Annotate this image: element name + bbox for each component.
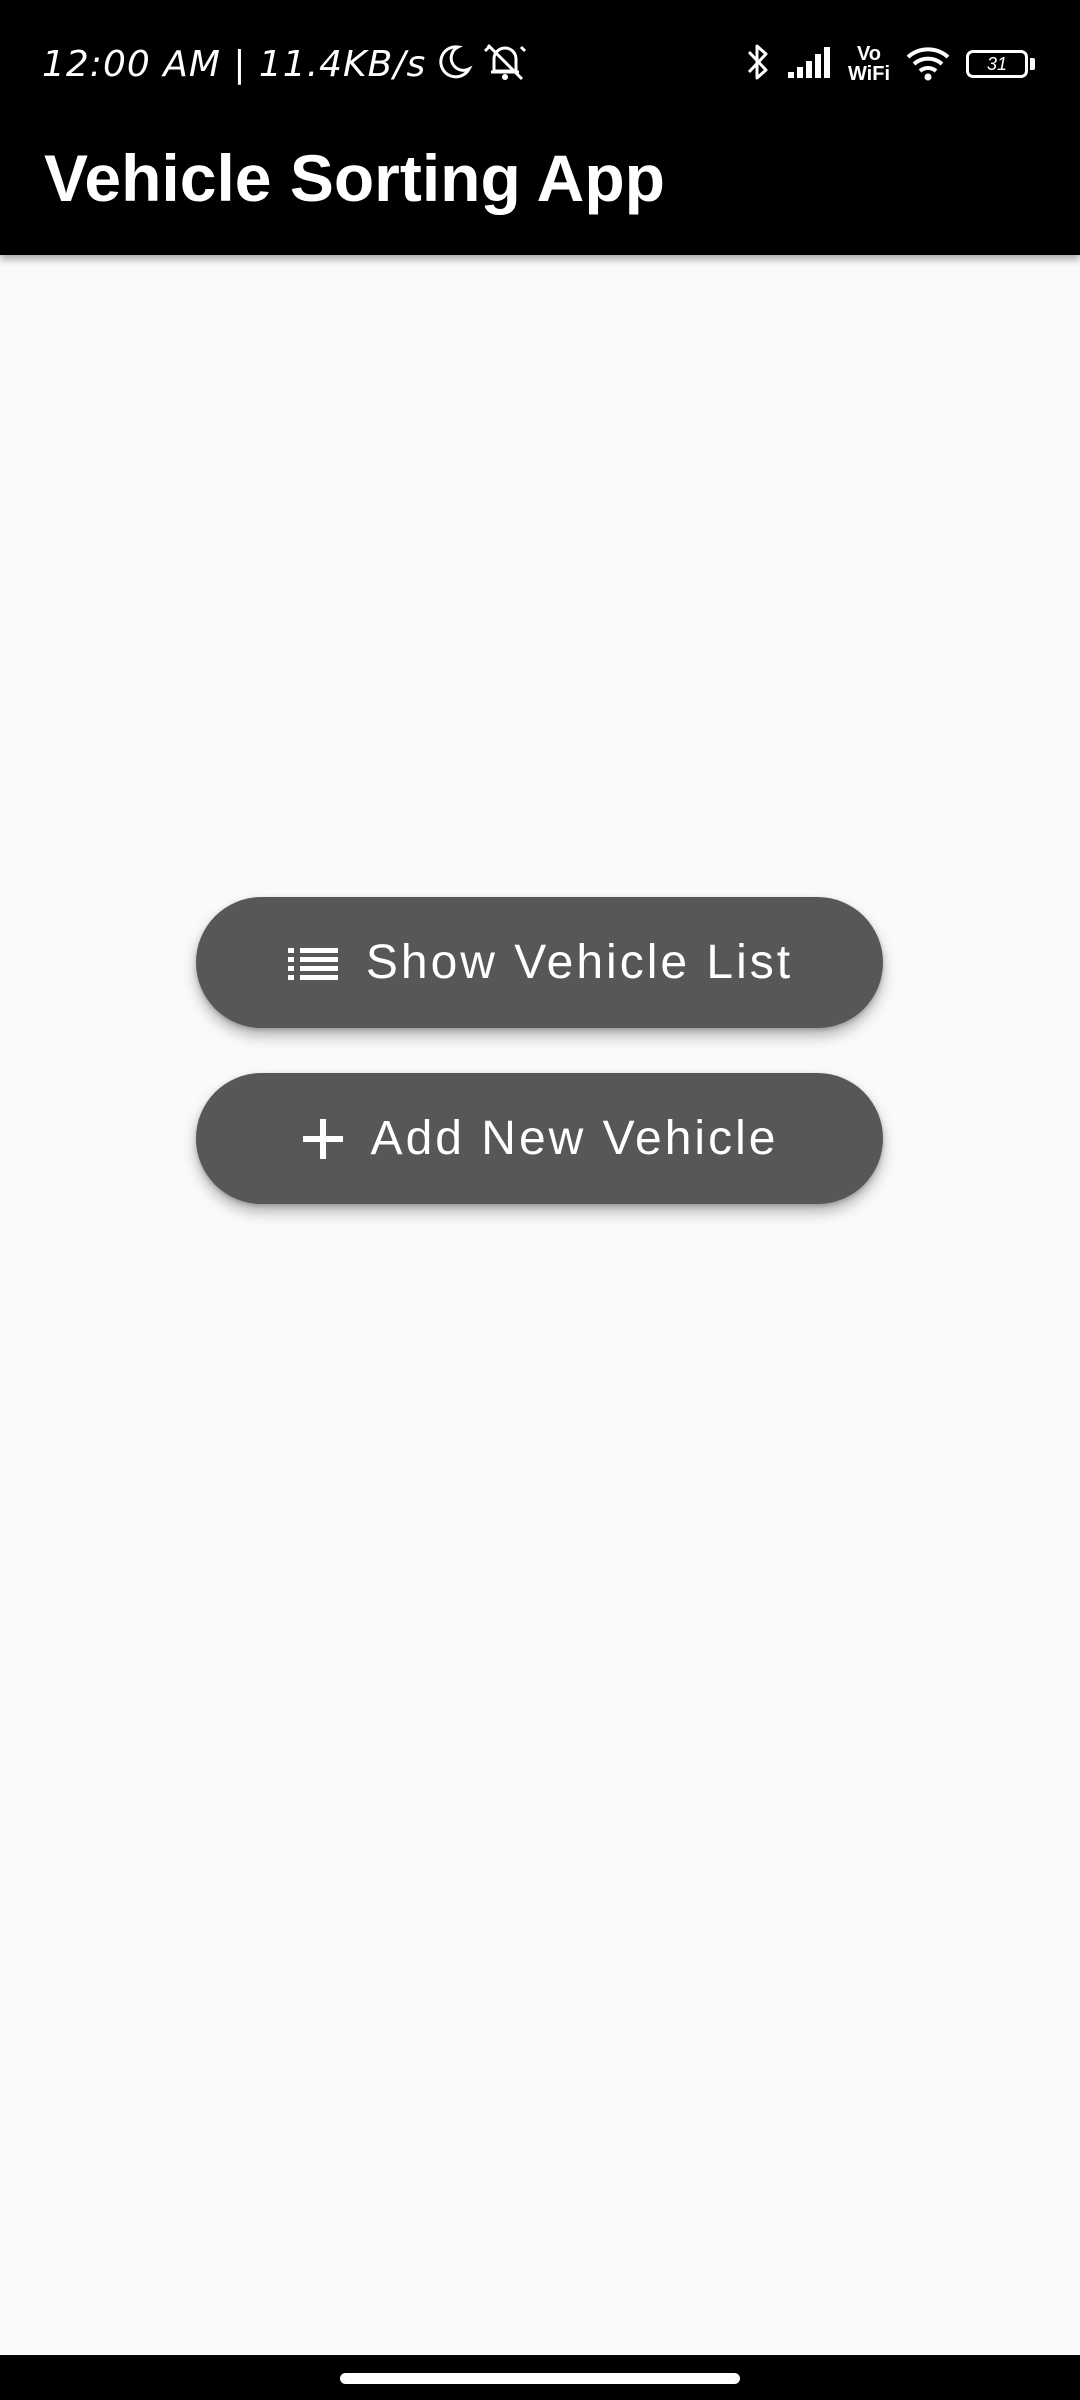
add-new-vehicle-label: Add New Vehicle <box>370 1112 779 1165</box>
battery-level: 31 <box>986 54 1008 74</box>
list-icon <box>286 946 340 980</box>
app-bar: Vehicle Sorting App <box>0 125 1080 255</box>
navigation-bar <box>0 2355 1080 2400</box>
show-vehicle-list-button[interactable]: Show Vehicle List <box>196 897 883 1028</box>
status-right: Vo WiFi 31 <box>744 38 1035 90</box>
bluetooth-icon <box>744 40 772 89</box>
show-vehicle-list-label: Show Vehicle List <box>365 936 794 989</box>
status-time: 12:00 AM | 11.4KB/s <box>42 43 427 85</box>
home-gesture-handle[interactable] <box>340 2373 740 2384</box>
status-bar: 12:00 AM | 11.4KB/s Vo WiFi 31 <box>0 0 1080 125</box>
vowifi-top: Vo <box>856 43 882 65</box>
plus-icon <box>301 1117 345 1161</box>
alarm-off-icon <box>482 41 528 88</box>
status-left: 12:00 AM | 11.4KB/s <box>42 36 528 92</box>
battery-icon: 31 <box>966 50 1028 78</box>
vowifi-indicator: Vo WiFi <box>848 44 890 84</box>
moon-icon <box>434 42 474 87</box>
page-title: Vehicle Sorting App <box>44 141 665 215</box>
add-new-vehicle-button[interactable]: Add New Vehicle <box>196 1073 883 1204</box>
signal-icon <box>786 44 834 85</box>
vowifi-bottom: WiFi <box>847 63 890 85</box>
main-content <box>0 255 1080 2355</box>
wifi-icon <box>904 43 952 86</box>
battery-tip <box>1030 58 1035 70</box>
